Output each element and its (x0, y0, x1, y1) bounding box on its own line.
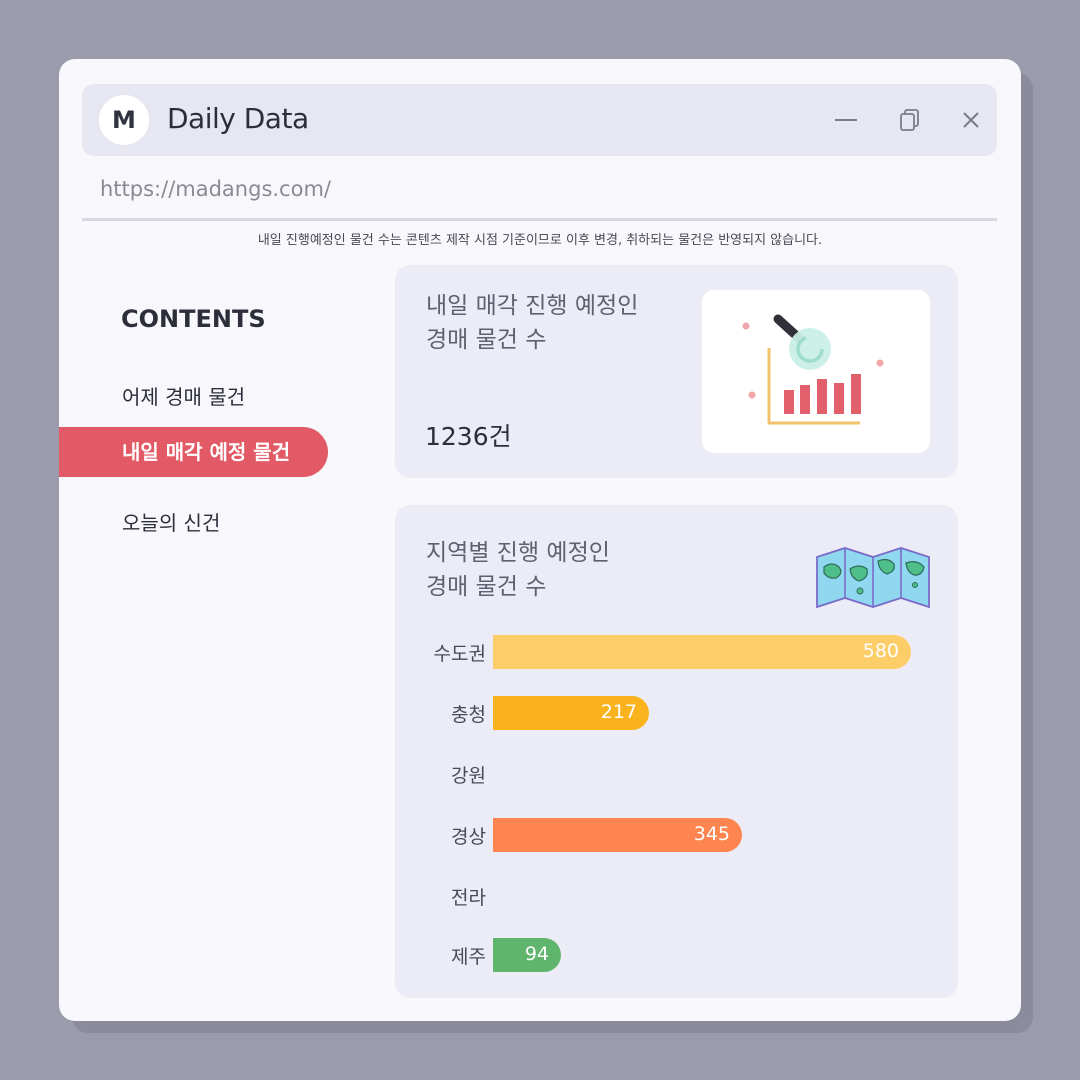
bar: 94 (493, 938, 561, 972)
map-icon (816, 547, 930, 609)
card-title-line1: 지역별 진행 예정인 (426, 540, 610, 566)
app-title: Daily Data (167, 102, 309, 135)
nav-item-yesterday[interactable]: 어제 경매 물건 (122, 381, 245, 410)
contents-heading: CONTENTS (121, 305, 266, 333)
notice-text: 내일 진행예정인 물건 수는 콘텐츠 제작 시점 기준이므로 이후 변경, 취하… (257, 233, 823, 248)
bar-value: 217 (600, 701, 637, 723)
bar-label: 제주 (451, 946, 486, 968)
map-illustration (814, 545, 932, 611)
app-window: M Daily Data https://madangs.com/ 내일 진행예… (59, 59, 1021, 1021)
item-count: 1236건 (425, 422, 512, 451)
minimize-button[interactable] (830, 104, 862, 136)
chart-magnifier-illustration (702, 290, 930, 453)
analytics-icon (742, 314, 884, 425)
card-title-line2: 경매 물건 수 (426, 574, 547, 600)
bar-row: 수도권 580 (395, 635, 958, 671)
url-divider (82, 218, 997, 221)
nav-item-tomorrow[interactable]: 내일 매각 예정 물건 (59, 427, 328, 477)
regional-count-card: 지역별 진행 예정인 경매 물건 수 수도권 580 충청 217 강원 경상 … (395, 505, 958, 998)
url-field[interactable]: https://madangs.com/ (100, 177, 331, 201)
bar-row: 경상 345 (395, 818, 958, 854)
bar-row: 전라 (395, 879, 958, 915)
card-title: 내일 매각 진행 예정인 경매 물건 수 (426, 289, 638, 357)
app-logo: M (99, 95, 149, 145)
bar-value: 345 (693, 823, 730, 845)
bar: 217 (493, 696, 649, 730)
bar-value: 580 (862, 640, 899, 662)
restore-icon (900, 109, 919, 131)
restore-button[interactable] (894, 104, 926, 136)
bar-label: 수도권 (433, 643, 486, 665)
bar-row: 강원 (395, 757, 958, 793)
tomorrow-count-card: 내일 매각 진행 예정인 경매 물건 수 1236건 (395, 265, 958, 478)
card-title-line2: 경매 물건 수 (426, 327, 547, 353)
bar-label: 경상 (451, 826, 486, 848)
bar: 345 (493, 818, 742, 852)
bar-label: 전라 (451, 887, 486, 909)
bar-label: 강원 (451, 765, 486, 787)
bar-label: 충청 (451, 704, 486, 726)
bar-value: 94 (524, 943, 549, 965)
card-title: 지역별 진행 예정인 경매 물건 수 (426, 536, 610, 604)
nav-item-today-new[interactable]: 오늘의 신건 (122, 507, 220, 536)
bar-row: 충청 217 (395, 696, 958, 732)
title-bar: M Daily Data (82, 84, 997, 156)
close-icon (963, 112, 979, 128)
close-button[interactable] (955, 104, 987, 136)
bar: 580 (493, 635, 911, 669)
card-title-line1: 내일 매각 진행 예정인 (426, 293, 639, 319)
minimize-icon (835, 119, 857, 121)
bar-row: 제주 94 (395, 938, 958, 974)
